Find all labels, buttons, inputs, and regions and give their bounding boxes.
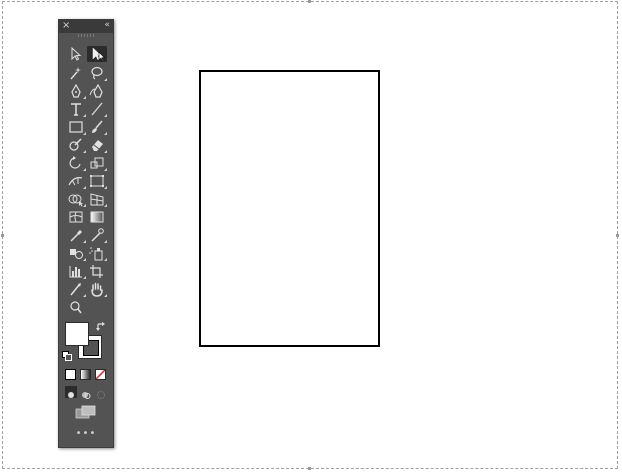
mesh-icon (69, 211, 83, 223)
close-icon[interactable]: × (62, 19, 70, 32)
draw-behind-button[interactable] (80, 386, 92, 399)
paintbrush-tool[interactable] (87, 119, 107, 135)
more-tools-button[interactable]: ••• (59, 428, 113, 439)
canvas-handle-right (616, 234, 619, 237)
default-fill-stroke-icon[interactable] (62, 351, 72, 361)
curvature-tool[interactable] (87, 83, 107, 99)
canvas-handle-left (1, 234, 4, 237)
zoom-tool[interactable] (66, 299, 86, 315)
tool-group-indicator (104, 132, 107, 135)
artboard[interactable] (199, 70, 380, 347)
gradient-icon (90, 211, 104, 223)
tool-group-indicator (104, 258, 107, 261)
shape-builder-tool[interactable] (66, 191, 86, 207)
screen-mode-icon[interactable] (75, 405, 97, 419)
draw-inside-button[interactable] (95, 386, 107, 399)
selection-tool[interactable] (66, 46, 86, 62)
tool-group-indicator (104, 186, 107, 189)
tool-group-indicator (104, 294, 107, 297)
eyedropper-tool[interactable] (66, 227, 86, 243)
draw-behind-icon (82, 392, 91, 399)
tool-group-indicator (83, 114, 86, 117)
tool-group-indicator (83, 96, 86, 99)
tool-group-indicator (104, 114, 107, 117)
draw-normal-icon (68, 392, 74, 398)
column-graph-tool[interactable] (66, 263, 86, 279)
gradient-tool[interactable] (87, 209, 107, 225)
tool-group-indicator (104, 240, 107, 243)
tool-group-indicator (104, 168, 107, 171)
zoom-icon (70, 301, 82, 314)
collapse-icon[interactable]: « (104, 19, 110, 32)
magic-wand-icon (70, 67, 81, 80)
tool-group-indicator (83, 276, 86, 279)
artboard-icon (90, 265, 103, 278)
tool-group-indicator (83, 240, 86, 243)
drag-grip[interactable] (78, 34, 94, 37)
canvas-handle-top (308, 0, 311, 3)
tools-panel: × « ••• (58, 19, 114, 448)
direct-selection-tool[interactable] (87, 46, 107, 62)
tool-group-indicator (104, 204, 107, 207)
tool-group-indicator (83, 258, 86, 261)
rectangle-tool[interactable] (66, 119, 86, 135)
artboard-tool[interactable] (87, 263, 107, 279)
gradient-mode-button[interactable] (80, 369, 91, 380)
rotate-tool[interactable] (66, 155, 86, 171)
tool-group-indicator (83, 204, 86, 207)
tool-group-indicator (83, 168, 86, 171)
curvature-pen-icon (89, 83, 103, 98)
type-tool[interactable] (66, 101, 86, 117)
draw-inside-icon (97, 391, 105, 399)
width-tool[interactable] (66, 173, 86, 189)
swap-fill-stroke-icon[interactable] (95, 321, 107, 333)
free-transform-tool[interactable] (87, 173, 107, 189)
tool-group-indicator (83, 150, 86, 153)
pen-tool[interactable] (66, 83, 86, 99)
lasso-tool[interactable] (87, 65, 107, 81)
blend-tool[interactable] (66, 245, 86, 261)
measure-tool[interactable] (87, 227, 107, 243)
color-mode-button[interactable] (65, 369, 76, 380)
fill-swatch[interactable] (65, 322, 89, 346)
canvas-handle-bottom (308, 467, 311, 470)
symbol-sprayer-tool[interactable] (87, 245, 107, 261)
shaper-tool[interactable] (66, 137, 86, 153)
draw-normal-button[interactable] (65, 386, 77, 398)
eraser-tool[interactable] (87, 137, 107, 153)
tool-group-indicator (83, 186, 86, 189)
tool-group-indicator (83, 294, 86, 297)
arrow-solid-icon (92, 47, 106, 62)
none-slash-icon (96, 370, 105, 379)
tool-group-indicator (104, 150, 107, 153)
magic-wand-tool[interactable] (66, 65, 86, 81)
tool-group-indicator (104, 78, 107, 81)
none-mode-button[interactable] (95, 369, 106, 380)
perspective-grid-tool[interactable] (87, 191, 107, 207)
mesh-tool[interactable] (66, 209, 86, 225)
hand-tool[interactable] (87, 281, 107, 297)
tool-group-indicator (83, 132, 86, 135)
slice-tool[interactable] (66, 281, 86, 297)
line-segment-tool[interactable] (87, 101, 107, 117)
tools-panel-header[interactable]: × « (59, 20, 113, 33)
arrow-outline-icon (71, 46, 82, 61)
scale-tool[interactable] (87, 155, 107, 171)
